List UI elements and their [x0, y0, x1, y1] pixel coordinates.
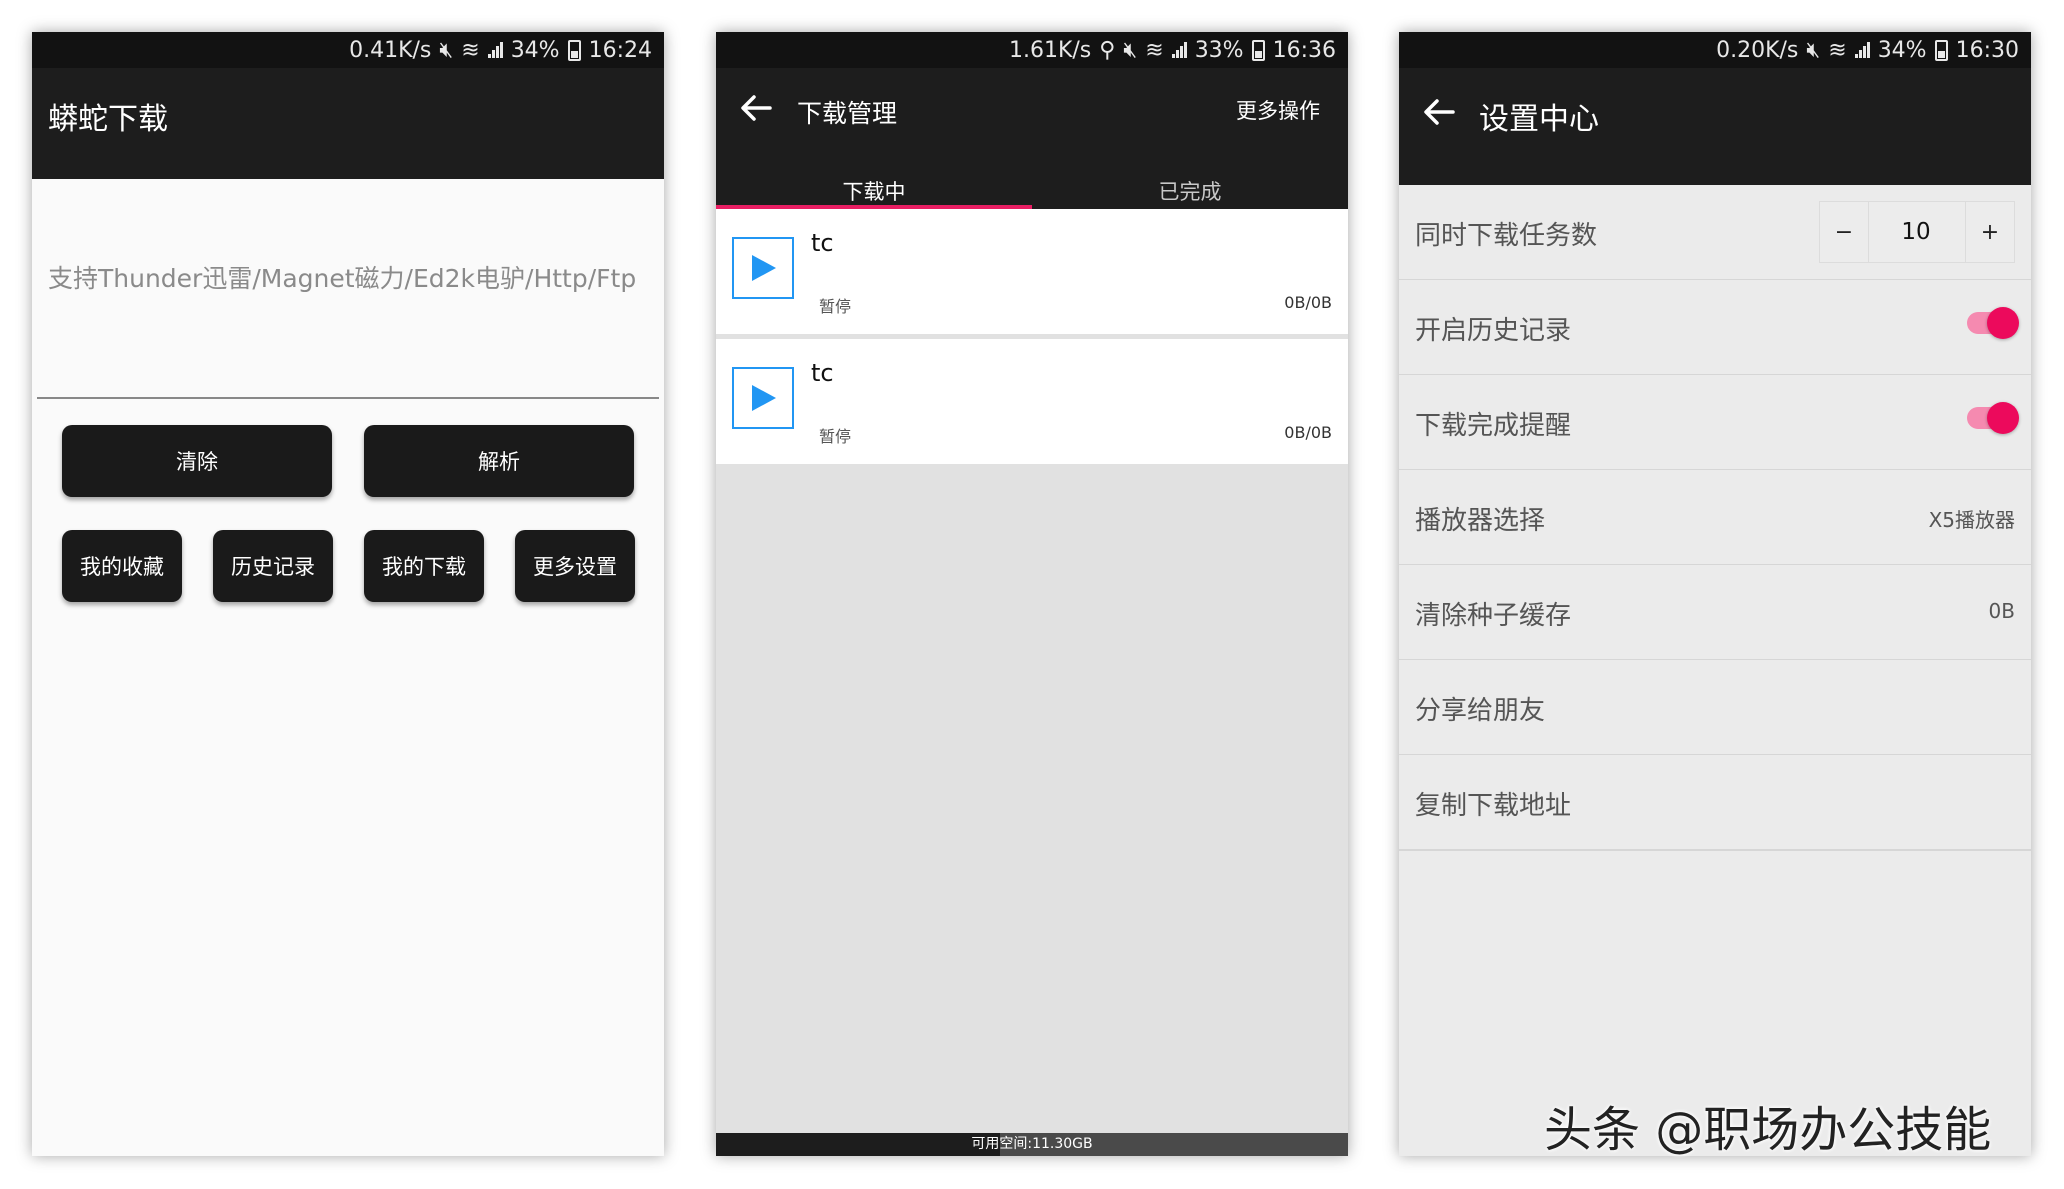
player-value: X5播放器 [1928, 508, 2015, 532]
page-title: 蟒蛇下载 [48, 102, 168, 137]
link-input-placeholder: 支持Thunder迅雷/Magnet磁力/Ed2k电驴/Http/Ftp [48, 264, 637, 293]
link-input[interactable]: 支持Thunder迅雷/Magnet磁力/Ed2k电驴/Http/Ftp [37, 179, 659, 399]
app-bar: 下载管理 更多操作 [716, 68, 1348, 141]
more-actions-button[interactable]: 更多操作 [1236, 95, 1320, 125]
app-bar: 蟒蛇下载 [32, 68, 664, 179]
wifi-icon: ≋ [1828, 37, 1847, 63]
setting-player[interactable]: 播放器选择 X5播放器 [1399, 470, 2031, 566]
location-icon: ⚲ [1099, 37, 1116, 63]
status-bar: 0.41K/s 🔇︎ ≋ 34% 16:24 [32, 32, 664, 68]
mute-icon: 🔇︎ [439, 37, 454, 63]
screen-download-manager: 1.61K/s ⚲ 🔇︎ ≋ 33% 16:36 下载管理 更多操作 下载中 已… [716, 32, 1348, 1156]
history-button[interactable]: 历史记录 [213, 530, 333, 602]
download-size: 0B/0B [1284, 423, 1332, 442]
net-speed: 0.20K/s [1716, 37, 1799, 63]
setting-label: 下载完成提醒 [1415, 411, 1572, 441]
history-toggle[interactable] [1967, 307, 2019, 339]
download-item[interactable]: tc 暂停 0B/0B [716, 339, 1348, 464]
screen-home: 0.41K/s 🔇︎ ≋ 34% 16:24 蟒蛇下载 支持Thunder迅雷/… [32, 32, 664, 1156]
status-bar: 0.20K/s 🔇︎ ≋ 34% 16:30 [1399, 32, 2031, 68]
wifi-icon: ≋ [461, 37, 480, 63]
clock: 16:30 [1955, 37, 2019, 63]
increment-button[interactable]: + [1965, 202, 2014, 262]
download-size: 0B/0B [1284, 293, 1332, 312]
setting-label: 分享给朋友 [1415, 696, 1546, 726]
clock: 16:24 [588, 37, 652, 63]
net-speed: 1.61K/s [1008, 37, 1092, 63]
setting-concurrent-tasks: 同时下载任务数 − 10 + [1399, 185, 2031, 281]
setting-copy-address[interactable]: 复制下载地址 [1399, 755, 2031, 851]
battery-percent: 33% [1194, 37, 1244, 63]
setting-complete-notify[interactable]: 下载完成提醒 [1399, 375, 2031, 471]
mute-icon: 🔇︎ [1806, 37, 1821, 63]
battery-icon [1251, 39, 1265, 61]
battery-icon [567, 39, 581, 61]
setting-label: 同时下载任务数 [1415, 221, 1598, 251]
clear-button[interactable]: 清除 [62, 425, 332, 497]
cache-value: 0B [1988, 599, 2015, 623]
setting-label: 播放器选择 [1415, 506, 1546, 536]
back-arrow-icon[interactable] [1419, 92, 1459, 132]
screen-settings: 0.20K/s 🔇︎ ≋ 34% 16:30 设置中心 同时下载任务数 − 10… [1399, 32, 2031, 1156]
page-title: 设置中心 [1479, 102, 1599, 137]
battery-icon [1934, 39, 1948, 61]
net-speed: 0.41K/s [349, 37, 432, 63]
download-status: 暂停 [819, 297, 852, 316]
watermark: 头条 @职场办公技能 [1544, 1102, 1992, 1158]
battery-percent: 34% [510, 37, 560, 63]
app-bar: 设置中心 [1399, 68, 2031, 185]
battery-percent: 34% [1877, 37, 1927, 63]
download-name: tc [811, 229, 834, 257]
clock: 16:36 [1272, 37, 1336, 63]
notify-toggle[interactable] [1967, 402, 2019, 434]
download-status: 暂停 [819, 427, 852, 446]
concurrent-stepper: − 10 + [1819, 201, 2015, 263]
download-name: tc [811, 359, 834, 387]
signal-icon [1854, 42, 1870, 58]
parse-button[interactable]: 解析 [364, 425, 634, 497]
my-downloads-button[interactable]: 我的下载 [364, 530, 484, 602]
setting-share[interactable]: 分享给朋友 [1399, 660, 2031, 756]
mute-icon: 🔇︎ [1123, 37, 1138, 63]
decrement-button[interactable]: − [1820, 202, 1869, 262]
setting-label: 清除种子缓存 [1415, 601, 1572, 631]
download-item[interactable]: tc 暂停 0B/0B [716, 209, 1348, 334]
storage-bar: 可用空间:11.30GB [716, 1133, 1348, 1156]
concurrent-value[interactable]: 10 [1868, 202, 1964, 262]
setting-clear-cache[interactable]: 清除种子缓存 0B [1399, 565, 2031, 661]
setting-label: 复制下载地址 [1415, 791, 1572, 821]
setting-label: 开启历史记录 [1415, 316, 1572, 346]
play-icon[interactable] [732, 367, 794, 429]
play-icon[interactable] [732, 237, 794, 299]
favorites-button[interactable]: 我的收藏 [62, 530, 182, 602]
storage-text: 可用空间:11.30GB [971, 1136, 1093, 1152]
status-bar: 1.61K/s ⚲ 🔇︎ ≋ 33% 16:36 [716, 32, 1348, 68]
more-settings-button[interactable]: 更多设置 [515, 530, 635, 602]
signal-icon [487, 42, 503, 58]
wifi-icon: ≋ [1145, 37, 1164, 63]
toggle-knob [1987, 402, 2019, 434]
toggle-knob [1987, 307, 2019, 339]
page-title: 下载管理 [797, 99, 898, 128]
signal-icon [1171, 42, 1187, 58]
setting-history[interactable]: 开启历史记录 [1399, 280, 2031, 376]
back-arrow-icon[interactable] [736, 88, 776, 128]
